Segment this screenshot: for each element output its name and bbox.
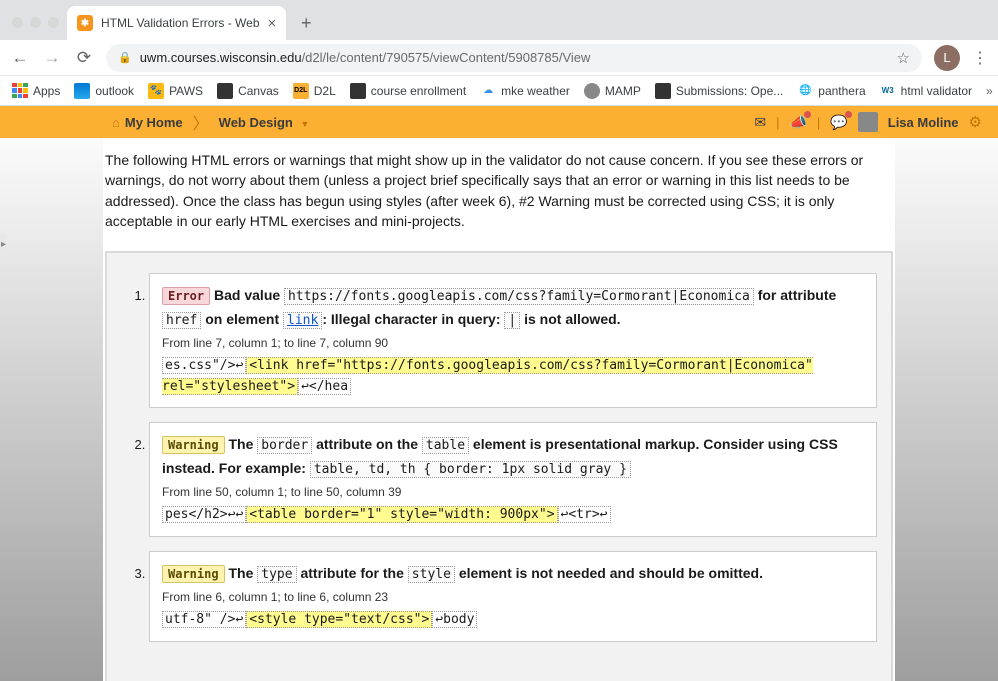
extract-2: pes</h2>↩↩<table border="1" style="width… xyxy=(162,505,864,526)
outlook-icon xyxy=(74,83,90,99)
bookmark-paws[interactable]: 🐾PAWS xyxy=(148,83,203,99)
bookmark-canvas[interactable]: Canvas xyxy=(217,83,279,99)
paws-icon: 🐾 xyxy=(148,83,164,99)
user-avatar[interactable] xyxy=(858,112,878,132)
canvas-icon xyxy=(217,83,233,99)
mamp-icon xyxy=(584,83,600,99)
tab-strip: ✱ HTML Validation Errors - Web × + xyxy=(0,0,998,40)
bookmark-course-enrollment[interactable]: course enrollment xyxy=(350,83,466,99)
location-1: From line 7, column 1; to line 7, column… xyxy=(162,334,864,354)
validator-item-3: Warning The type attribute for the style… xyxy=(149,551,877,642)
course-name: Web Design xyxy=(219,115,293,130)
browser-toolbar: ← → ⟳ 🔒 uwm.courses.wisconsin.edu/d2l/le… xyxy=(0,40,998,76)
location-2: From line 50, column 1; to line 50, colu… xyxy=(162,483,864,503)
close-window[interactable] xyxy=(12,17,23,28)
user-name-label[interactable]: Lisa Moline xyxy=(888,115,959,130)
course-link[interactable]: Web Design ▼ xyxy=(219,115,310,130)
extract-3: utf-8" />↩<style type="text/css">↩body xyxy=(162,610,864,631)
apps-grid-icon xyxy=(12,83,28,99)
bookmark-star-icon[interactable]: ☆ xyxy=(897,49,910,67)
back-button[interactable]: ← xyxy=(10,48,30,68)
home-icon: ⌂ xyxy=(112,115,120,130)
link-element-ref[interactable]: link xyxy=(283,312,322,329)
bookmark-outlook[interactable]: outlook xyxy=(74,83,134,99)
bookmark-d2l[interactable]: D2LD2L xyxy=(293,83,336,99)
tab-close-icon[interactable]: × xyxy=(268,15,277,32)
validator-results-box: Error Bad value https://fonts.googleapis… xyxy=(105,251,893,681)
error-tag: Error xyxy=(162,287,210,305)
profile-avatar[interactable]: L xyxy=(934,45,960,71)
validator-item-1: Error Bad value https://fonts.googleapis… xyxy=(149,273,877,408)
gear-icon[interactable]: ⚙ xyxy=(969,113,982,131)
maximize-window[interactable] xyxy=(48,17,59,28)
chat-icon[interactable]: 💬 xyxy=(830,114,847,131)
weather-icon: ☁ xyxy=(480,83,496,99)
apps-shortcut[interactable]: Apps xyxy=(12,83,60,99)
bookmark-html-validator[interactable]: W3html validator xyxy=(880,83,972,99)
d2l-icon: D2L xyxy=(293,83,309,99)
browser-tab[interactable]: ✱ HTML Validation Errors - Web × xyxy=(67,6,286,40)
content-area: The following HTML errors or warnings th… xyxy=(103,138,895,681)
new-tab-button[interactable]: + xyxy=(292,9,320,37)
enrollment-icon xyxy=(350,83,366,99)
intro-paragraph: The following HTML errors or warnings th… xyxy=(105,150,893,251)
kebab-menu-icon[interactable]: ⋮ xyxy=(972,48,988,68)
page-body: The following HTML errors or warnings th… xyxy=(0,138,998,681)
minimize-window[interactable] xyxy=(30,17,41,28)
location-3: From line 6, column 1; to line 6, column… xyxy=(162,588,864,608)
url-domain: uwm.courses.wisconsin.edu xyxy=(140,50,302,65)
warning-tag: Warning xyxy=(162,436,225,454)
validator-list: Error Bad value https://fonts.googleapis… xyxy=(121,273,877,642)
bookmarks-overflow-icon[interactable]: » xyxy=(986,84,993,98)
my-home-link[interactable]: ⌂ My Home xyxy=(112,115,183,130)
mail-icon[interactable]: ✉ xyxy=(754,114,766,131)
left-gutter xyxy=(0,138,103,681)
panthera-icon: 🌐 xyxy=(797,83,813,99)
d2l-nav-bar: ⌂ My Home 〉 Web Design ▼ ✉ | 📣 | 💬 Lisa … xyxy=(0,106,998,138)
notifications-icon[interactable]: 📣 xyxy=(789,114,806,131)
url-path: /d2l/le/content/790575/viewContent/59087… xyxy=(302,50,591,65)
bookmark-mamp[interactable]: MAMP xyxy=(584,83,641,99)
w3-icon: W3 xyxy=(880,83,896,99)
reload-button[interactable]: ⟳ xyxy=(74,48,94,68)
apps-label: Apps xyxy=(33,84,60,98)
course-dropdown-icon: ▼ xyxy=(300,119,309,129)
warning-tag: Warning xyxy=(162,565,225,583)
bookmarks-bar: Apps outlook 🐾PAWS Canvas D2LD2L course … xyxy=(0,76,998,106)
tab-title: HTML Validation Errors - Web xyxy=(101,16,260,30)
right-gutter xyxy=(895,138,998,681)
address-bar[interactable]: 🔒 uwm.courses.wisconsin.edu/d2l/le/conte… xyxy=(106,44,922,72)
submissions-icon xyxy=(655,83,671,99)
tab-favicon: ✱ xyxy=(77,15,93,31)
bookmark-panthera[interactable]: 🌐panthera xyxy=(797,83,865,99)
my-home-label: My Home xyxy=(125,115,183,130)
extract-1: es.css"/>↩<link href="https://fonts.goog… xyxy=(162,356,864,398)
lock-icon: 🔒 xyxy=(118,51,132,64)
window-controls xyxy=(8,17,67,40)
validator-item-2: Warning The border attribute on the tabl… xyxy=(149,422,877,536)
breadcrumb-separator: 〉 xyxy=(193,110,209,134)
bookmark-mke-weather[interactable]: ☁mke weather xyxy=(480,83,570,99)
d2l-right-tools: ✉ | 📣 | 💬 Lisa Moline ⚙ xyxy=(754,112,982,132)
forward-button[interactable]: → xyxy=(42,48,62,68)
bookmark-submissions[interactable]: Submissions: Ope... xyxy=(655,83,783,99)
